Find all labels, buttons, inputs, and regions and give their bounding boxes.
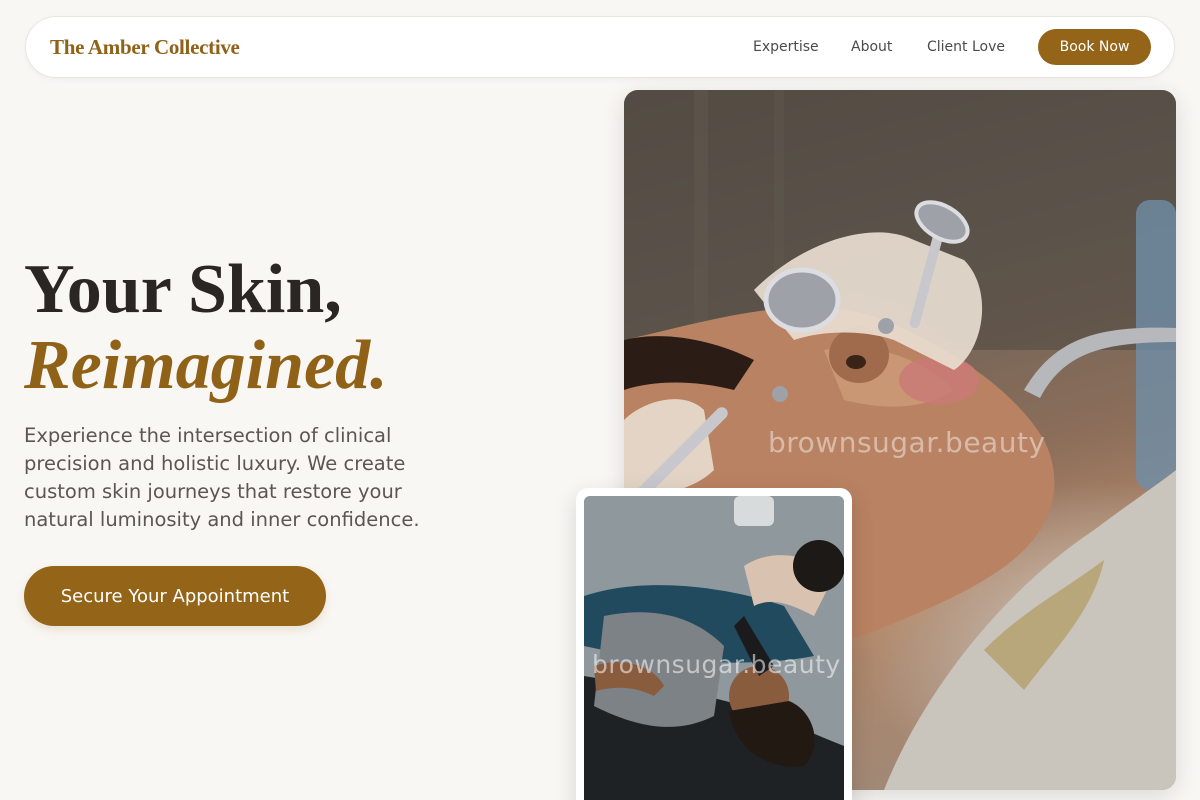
- secure-appointment-button[interactable]: Secure Your Appointment: [24, 566, 326, 626]
- nav-link-about[interactable]: About: [851, 39, 892, 55]
- book-now-button[interactable]: Book Now: [1038, 29, 1151, 65]
- hero-heading: Your Skin, Reimagined.: [24, 252, 584, 403]
- nav-link-client-love[interactable]: Client Love: [927, 39, 1005, 55]
- secondary-photo-watermark: brownsugar.beauty: [592, 650, 841, 679]
- hero-heading-line2: Reimagined.: [24, 326, 388, 404]
- top-navbar: The Amber Collective Expertise About Cli…: [25, 16, 1175, 78]
- hero-description: Experience the intersection of clinical …: [24, 424, 420, 531]
- secondary-photo-card: brownsugar.beauty: [576, 488, 852, 800]
- brand-logo[interactable]: The Amber Collective: [50, 35, 240, 60]
- hero-heading-line1: Your Skin,: [24, 251, 342, 328]
- client-relaxing-illustration: [584, 496, 844, 800]
- nav-link-expertise[interactable]: Expertise: [753, 39, 819, 55]
- main-photo-watermark: brownsugar.beauty: [768, 426, 1046, 459]
- client-relaxing-photo: brownsugar.beauty: [584, 496, 844, 800]
